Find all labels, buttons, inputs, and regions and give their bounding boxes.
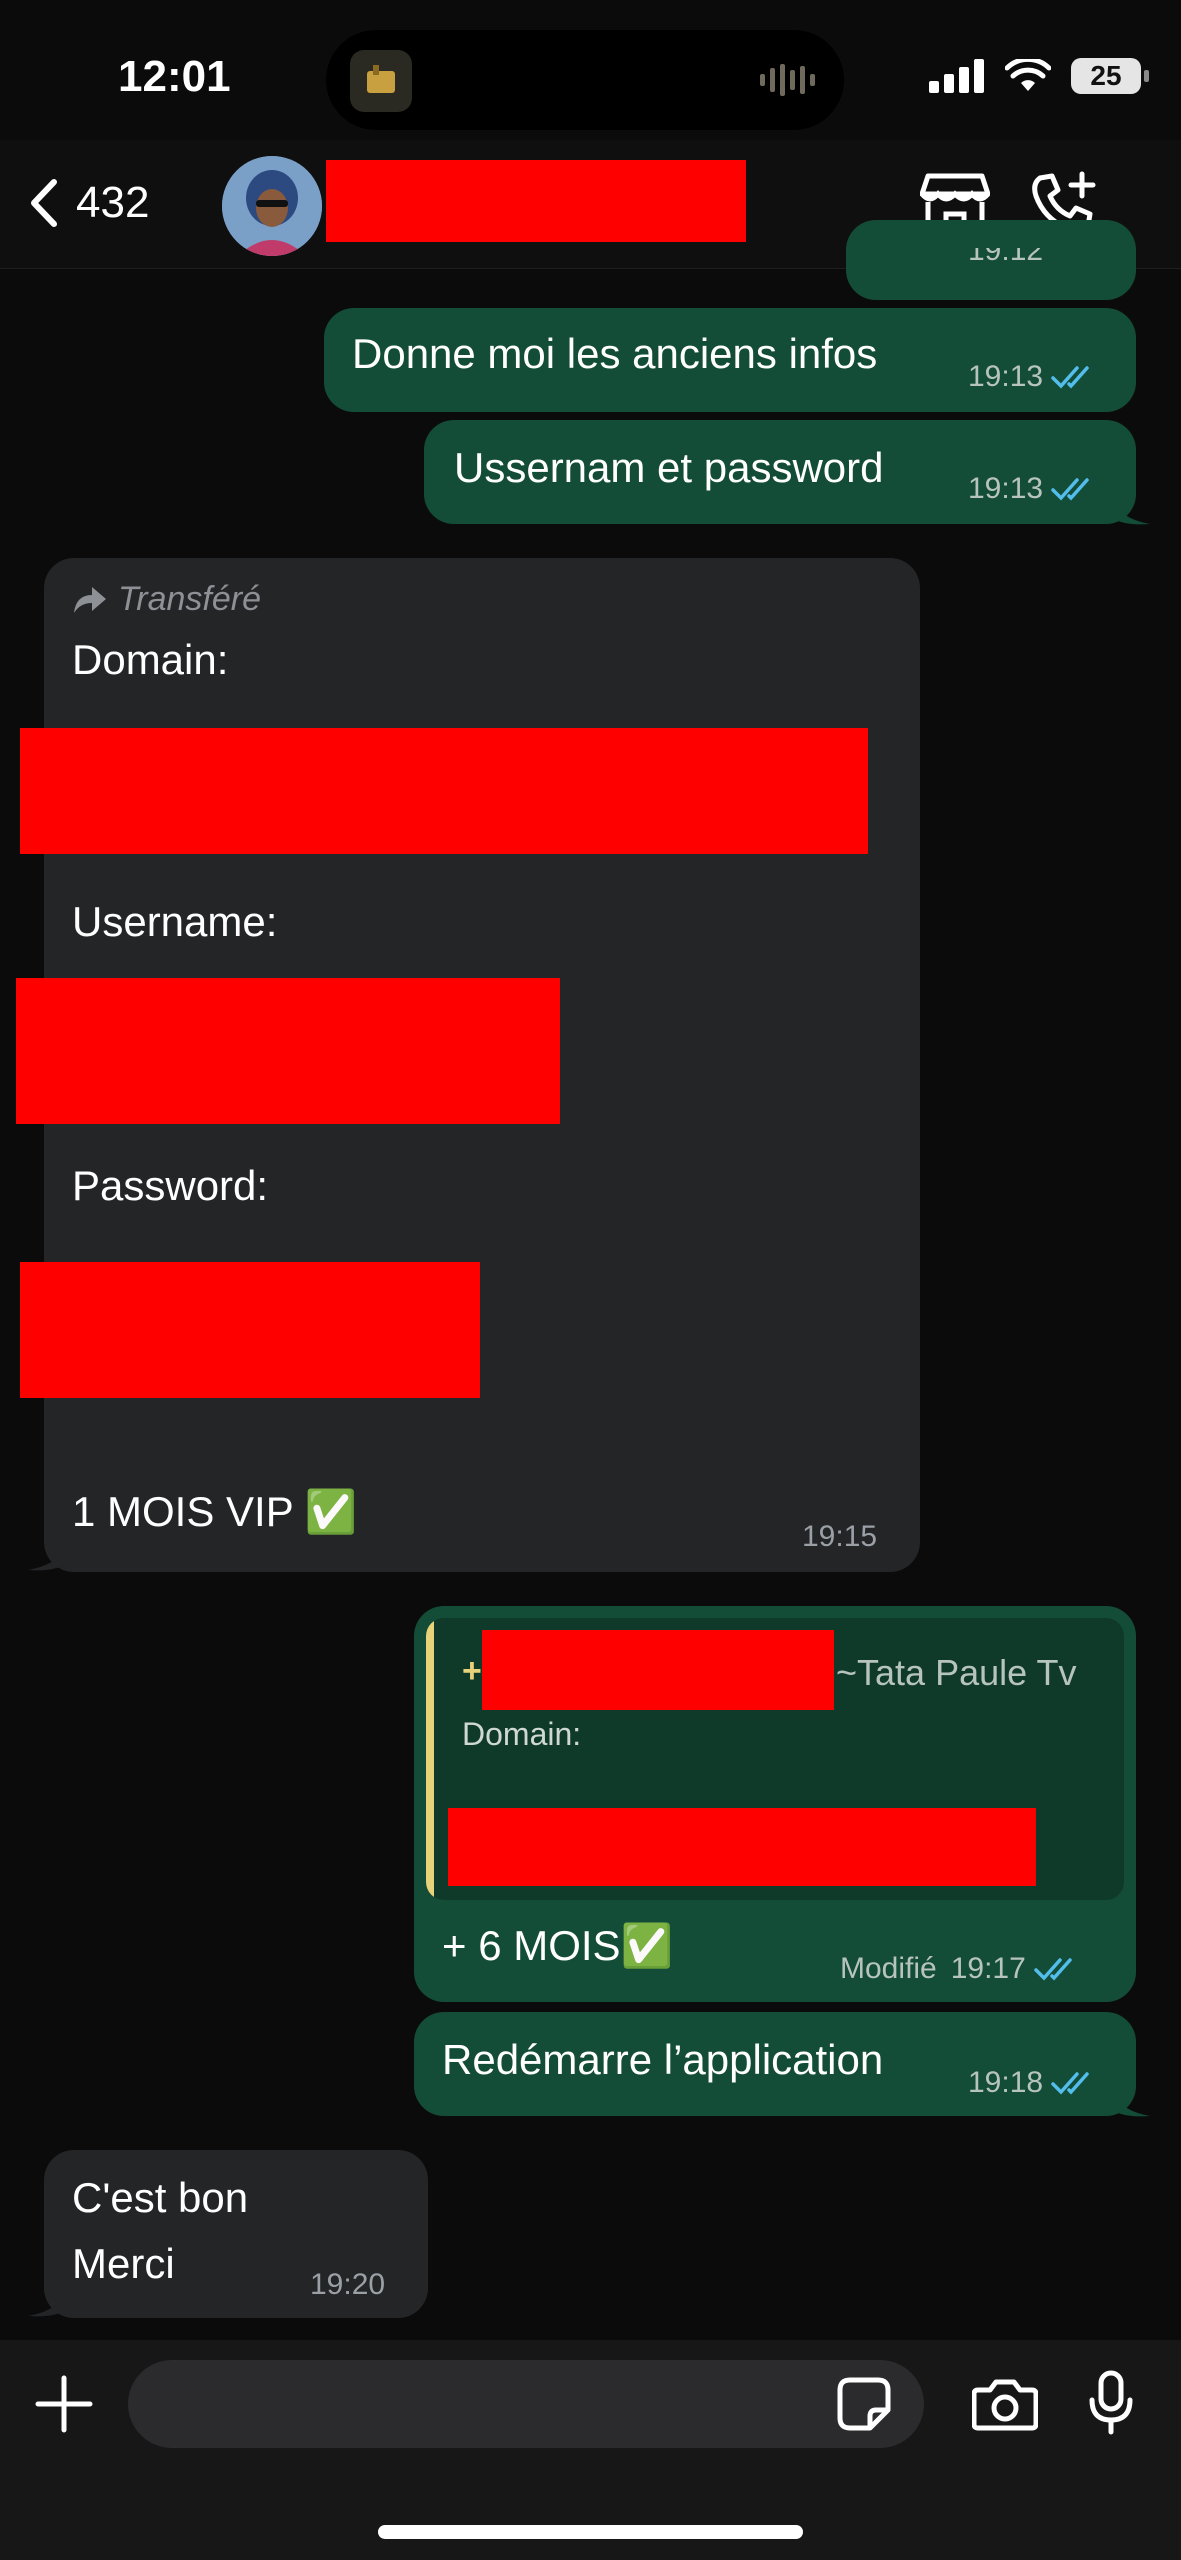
audio-waveform-icon [758,62,818,103]
wifi-icon [1005,59,1051,91]
battery-indicator: 25 [1071,58,1149,94]
message-time: 19:18 [968,2066,1044,2099]
message-meta: 19:18 [968,2066,1095,2100]
message-time: 19:15 [802,1520,878,1553]
reply-author-prefix: + [462,1652,482,1690]
sticker-button[interactable] [836,2376,892,2437]
domain-redacted [20,728,868,854]
read-receipt-icon [1051,366,1089,389]
reply-quote-text: Domain: [462,1716,582,1752]
message-text-line-1: C'est bon [72,2174,249,2221]
forward-arrow-icon [74,586,106,613]
forwarded-indicator: Transféré [72,580,261,619]
subscription-text: 1 MOIS VIP ✅ [72,1488,357,1535]
message-text-line-2: Merci [72,2240,175,2287]
edited-label: Modifié [840,1952,937,1985]
chevron-left-icon [31,179,57,227]
read-receipt-icon [1051,2072,1089,2095]
bubble-tail [26,1540,68,1577]
message-time: 19:13 [968,360,1044,393]
reply-domain-redacted [448,1808,1036,1886]
bubble-tail [1110,2086,1152,2123]
password-redacted [20,1262,480,1398]
voice-message-button[interactable] [1088,2370,1134,2441]
plus-icon [35,2375,93,2433]
message-text: Ussernam et password [454,444,884,491]
username-redacted [16,978,560,1124]
live-activity-app-icon[interactable] [350,50,412,112]
contact-avatar[interactable] [222,156,322,256]
reply-quote-bar [426,1618,434,1900]
camera-button[interactable] [971,2376,1039,2437]
message-text: Redémarre l’application [442,2036,884,2083]
message-meta: Modifié 19:17 [840,1952,1078,1986]
domain-label: Domain: [72,636,229,683]
microphone-icon [1089,2370,1133,2435]
status-icons: 25 [929,58,1149,94]
bubble-tail [26,2286,68,2323]
add-attachment-button[interactable] [34,2374,94,2439]
message-meta: 19:13 [968,472,1095,506]
password-label: Password: [72,1162,269,1209]
unread-count: 432 [76,178,150,227]
forwarded-label: Transféré [118,580,261,618]
reply-author-name: ~Tata Paule Tv [836,1652,1077,1693]
status-time: 12:01 [118,52,231,101]
contact-name-redacted [326,160,746,242]
home-indicator[interactable] [378,2525,803,2539]
message-meta: 19:12 [968,248,1043,268]
sticker-icon [837,2377,891,2431]
reply-author-redacted [482,1630,834,1710]
message-text: Donne moi les anciens infos [352,330,878,377]
message-time: 19:17 [950,1952,1026,1985]
signal-icon [929,59,984,93]
message-time: 19:12 [968,248,1044,267]
camera-icon [971,2379,1039,2431]
message-text: + 6 MOIS✅ [442,1922,673,1969]
message-time: 19:13 [968,472,1044,505]
message-input[interactable] [128,2360,924,2448]
read-receipt-icon [1034,1958,1072,1981]
message-time: 19:20 [310,2268,386,2301]
read-receipt-icon [1051,478,1089,501]
message-meta: 19:13 [968,360,1095,394]
back-button[interactable]: 432 [30,178,149,228]
bubble-tail [1110,494,1152,531]
username-label: Username: [72,898,278,945]
